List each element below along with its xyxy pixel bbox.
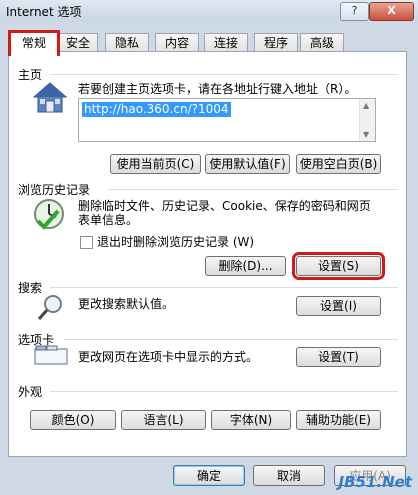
- languages-button[interactable]: 语言(L): [121, 410, 206, 430]
- watermark-text: JB51.Net: [338, 473, 412, 491]
- tab-content[interactable]: 内容: [155, 33, 199, 52]
- home-divider: [50, 74, 398, 75]
- tab-programs[interactable]: 程序: [254, 33, 298, 52]
- history-settings-button[interactable]: 设置(S): [292, 252, 385, 280]
- tabs-divider: [64, 339, 398, 340]
- magnifier-icon: [36, 293, 66, 323]
- history-delete-button[interactable]: 删除(D)...: [205, 256, 286, 276]
- close-button[interactable]: X: [369, 2, 414, 21]
- delete-on-exit-label: 退出时删除浏览历史记录 (W): [97, 235, 255, 249]
- search-description: 更改搜索默认值。: [78, 297, 175, 311]
- textarea-scrollbar[interactable]: ▲ ▼: [359, 99, 375, 141]
- tab-connections[interactable]: 连接: [204, 33, 248, 52]
- help-button[interactable]: ?: [340, 2, 369, 21]
- colors-button[interactable]: 颜色(O): [30, 410, 116, 430]
- history-description-line2: 表单信息。: [78, 213, 139, 227]
- accessibility-button[interactable]: 辅助功能(E): [296, 410, 381, 430]
- fonts-button[interactable]: 字体(N): [211, 410, 291, 430]
- history-section-title: 浏览历史记录: [18, 183, 91, 197]
- window-title: Internet 选项: [6, 5, 82, 19]
- house-icon: [32, 80, 68, 116]
- tab-privacy[interactable]: 隐私: [105, 33, 149, 52]
- scroll-down-icon[interactable]: ▼: [363, 130, 369, 139]
- tab-advanced[interactable]: 高级: [300, 33, 344, 52]
- home-url-text: http://hao.360.cn/?1004: [82, 102, 231, 117]
- appearance-section-title: 外观: [18, 385, 43, 399]
- appearance-divider: [50, 391, 398, 392]
- delete-on-exit-checkbox[interactable]: [80, 236, 93, 249]
- ok-button[interactable]: 确定: [173, 465, 245, 486]
- history-description-line1: 删除临时文件、历史记录、Cookie、保存的密码和网页: [78, 199, 371, 213]
- tabs-icon: [34, 345, 68, 365]
- history-clock-icon: [32, 197, 66, 231]
- title-bar: Internet 选项 ? X: [0, 0, 418, 22]
- tabs-description: 更改网页在选项卡中显示的方式。: [78, 350, 259, 364]
- home-url-textarea[interactable]: http://hao.360.cn/?1004 ▲ ▼: [78, 98, 376, 142]
- use-current-button[interactable]: 使用当前页(C): [110, 154, 201, 174]
- search-divider: [50, 287, 398, 288]
- use-default-button[interactable]: 使用默认值(F): [205, 154, 290, 174]
- scroll-up-icon[interactable]: ▲: [363, 101, 369, 110]
- cancel-button[interactable]: 取消: [253, 465, 325, 486]
- search-settings-button[interactable]: 设置(I): [296, 296, 381, 316]
- tab-general[interactable]: 常规: [8, 30, 60, 56]
- tabs-settings-button[interactable]: 设置(T): [296, 347, 381, 367]
- use-blank-button[interactable]: 使用空白页(B): [296, 154, 381, 174]
- home-description: 若要创建主页选项卡，请在各地址行键入地址（R）。: [78, 82, 357, 96]
- tab-security[interactable]: 安全: [58, 33, 98, 52]
- history-divider: [108, 189, 398, 190]
